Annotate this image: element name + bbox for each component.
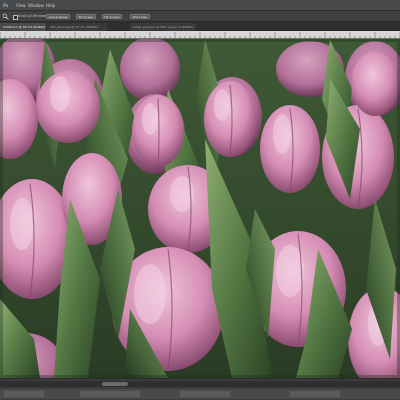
fill-screen-button[interactable]: Fill Screen [102,14,122,19]
status-segment [80,391,140,397]
document-tab-label: tulips_pink.psd @ 50% (Layer 1, RGB/8) [133,25,193,29]
status-segment [180,391,230,397]
ruler-ticks [0,32,400,39]
photoshop-window: Ps View Window Help Scroll All Windows A… [0,0,400,400]
status-segment [4,391,44,397]
options-bar: Scroll All Windows Actual Pixels Fit Scr… [0,11,400,22]
document-tab-active[interactable]: Untitled-1 @ 66.7% (RGB/8) [0,23,46,31]
status-bar [0,378,400,400]
tulip-photo [0,39,400,378]
actual-pixels-button[interactable]: Actual Pixels [46,14,70,19]
app-logo: Ps [3,3,9,8]
status-segment [290,391,340,397]
document-tab-label: Untitled-1 @ 66.7% (RGB/8) [3,25,45,29]
menu-help[interactable]: Help [46,0,55,11]
print-size-button[interactable]: Print Size [130,14,150,19]
status-strip [0,389,400,399]
scroll-all-windows-label: Scroll All Windows [18,14,47,18]
document-canvas[interactable] [0,39,400,378]
document-tab-row: Untitled-1 @ 66.7% (RGB/8) IMG_0012.jpg … [0,22,400,31]
menu-view[interactable]: View [16,0,26,11]
zoom-tool-icon[interactable] [2,13,9,20]
scrollbar-thumb[interactable] [102,382,128,386]
document-tab[interactable]: IMG_0012.jpg @ 33.3% (RGB/8) [47,23,107,31]
horizontal-scrollbar[interactable] [0,381,400,387]
fit-screen-button[interactable]: Fit Screen [76,14,96,19]
document-tab-label: IMG_0012.jpg @ 33.3% (RGB/8) [50,25,98,29]
horizontal-ruler [0,31,400,39]
document-tab[interactable]: tulips_pink.psd @ 50% (Layer 1, RGB/8) [130,23,196,31]
menu-bar: Ps View Window Help [0,0,400,11]
menu-window[interactable]: Window [28,0,44,11]
